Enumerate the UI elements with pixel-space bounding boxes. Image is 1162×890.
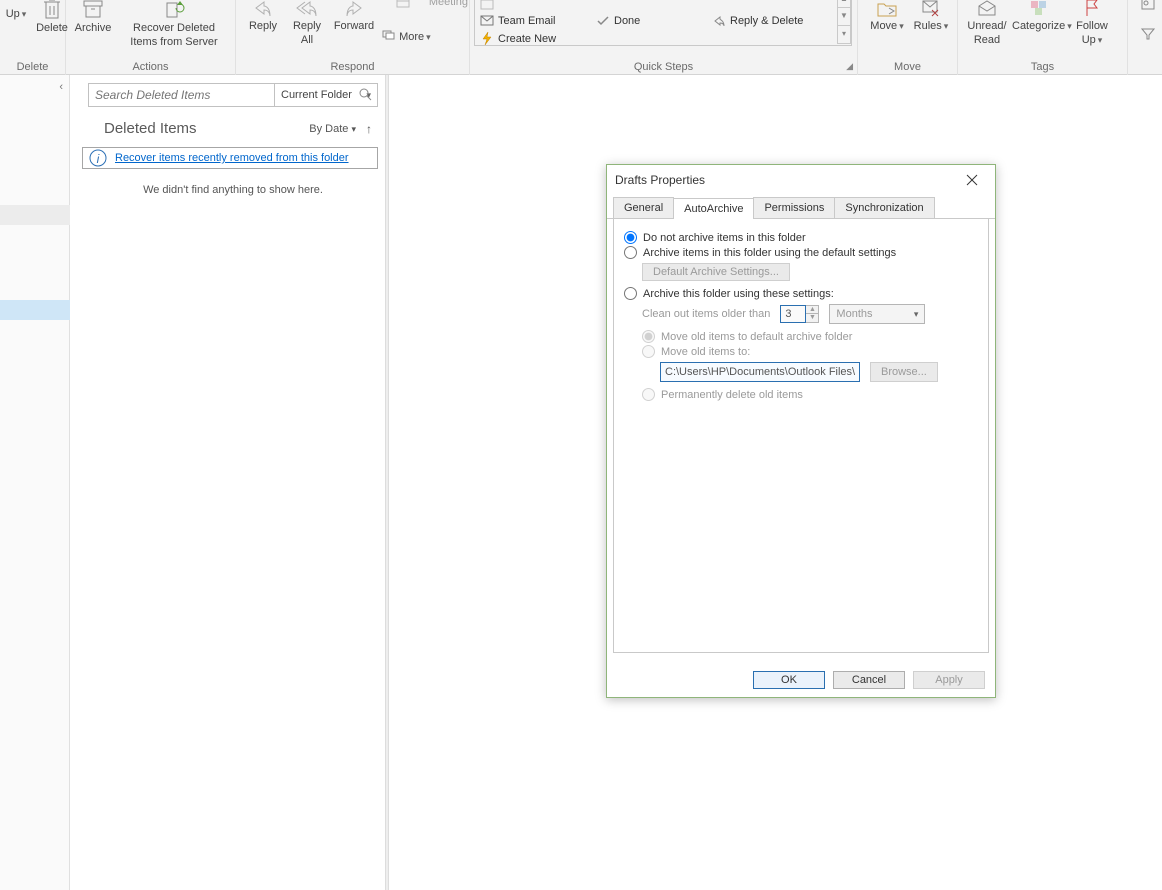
flag-icon [1082, 0, 1102, 18]
tab-synchronization[interactable]: Synchronization [834, 197, 934, 218]
archive-icon [82, 0, 104, 20]
delete-icon [42, 0, 62, 20]
tab-general[interactable]: General [613, 197, 674, 218]
delete-button[interactable]: Delete [34, 0, 70, 34]
group-label-delete: Delete [0, 61, 65, 73]
forward-icon [343, 0, 365, 18]
group-label-respond: Respond [236, 61, 469, 73]
recover-icon [162, 0, 186, 20]
dialog-close-button[interactable] [957, 168, 987, 192]
list-reading-splitter[interactable] [385, 75, 389, 890]
followup-button[interactable]: Follow Up [1070, 0, 1114, 46]
folder-item[interactable] [0, 205, 70, 225]
quickstep-team-email[interactable]: Team Email [480, 12, 555, 29]
rules-button[interactable]: Rules [910, 0, 952, 32]
quicksteps-expand[interactable]: ▾ [837, 26, 851, 44]
quicksteps-scroll-up[interactable]: ▲ [837, 0, 851, 8]
archive-path-input [660, 362, 860, 382]
empty-folder-message: We didn't find anything to show here. [88, 184, 378, 196]
reply-all-button[interactable]: Reply All [286, 0, 328, 46]
clean-out-label: Clean out items older than [642, 308, 770, 320]
radio-default-settings[interactable]: Archive items in this folder using the d… [624, 246, 978, 259]
radio-custom-settings[interactable]: Archive this folder using these settings… [624, 287, 978, 300]
recover-items-link[interactable]: Recover items recently removed from this… [115, 152, 349, 164]
ribbon-filter-right[interactable] [1136, 28, 1160, 40]
more-icon [382, 30, 396, 40]
categorize-icon [1029, 0, 1051, 18]
sort-direction-toggle[interactable]: ↑ [366, 122, 372, 136]
info-icon: i [89, 149, 107, 167]
group-label-actions: Actions [66, 61, 235, 73]
apply-button: Apply [913, 671, 985, 689]
sort-by-dropdown[interactable]: By Date ▾ [309, 123, 356, 135]
meeting-button[interactable]: Meeting [382, 0, 468, 8]
categorize-button[interactable]: Categorize [1012, 0, 1068, 32]
search-icon[interactable] [358, 87, 372, 104]
archive-button[interactable]: Archive [72, 0, 114, 34]
quickstep-create-new[interactable]: Create New [480, 30, 556, 47]
default-archive-settings-button: Default Archive Settings... [642, 263, 790, 281]
close-icon [966, 174, 978, 186]
age-input [780, 305, 806, 323]
forward-button[interactable]: Forward [330, 0, 378, 32]
quicksteps-scroll-down[interactable]: ▼ [837, 8, 851, 26]
spinner-down: ▼ [806, 314, 818, 322]
filter-icon [1141, 28, 1155, 40]
group-label-quicksteps: Quick Steps [470, 61, 857, 73]
reply-all-icon [295, 0, 319, 18]
radio-permanently-delete: Permanently delete old items [642, 388, 978, 401]
expand-folder-pane[interactable]: ‹ [59, 81, 63, 93]
ok-button[interactable]: OK [753, 671, 825, 689]
reply-button[interactable]: Reply [242, 0, 284, 32]
group-label-move: Move [858, 61, 957, 73]
mail-open-icon [976, 0, 998, 18]
drafts-properties-dialog: Drafts Properties General AutoArchive Pe… [606, 164, 996, 698]
meeting-icon [396, 0, 410, 8]
quickstep-done[interactable]: Done [596, 12, 640, 29]
recover-deleted-button[interactable]: Recover Deleted Items from Server [116, 0, 232, 48]
rules-icon [920, 0, 942, 18]
age-unit-combo: Months [829, 304, 925, 324]
tab-permissions[interactable]: Permissions [753, 197, 835, 218]
check-icon [596, 15, 610, 26]
radio-move-default: Move old items to default archive folder [642, 330, 978, 343]
folder-title: Deleted Items [88, 120, 197, 137]
browse-button: Browse... [870, 362, 938, 382]
folder-pane-collapsed: ‹ [0, 75, 70, 890]
age-spinner: ▲▼ [780, 305, 819, 323]
dialog-tabs: General AutoArchive Permissions Synchron… [607, 197, 995, 219]
lightning-icon [480, 32, 494, 45]
svg-text:i: i [97, 152, 100, 166]
ribbon-more-right[interactable] [1136, 0, 1160, 10]
mail-icon [480, 0, 494, 10]
tab-autoarchive[interactable]: AutoArchive [673, 198, 754, 219]
radio-move-to: Move old items to: [642, 345, 978, 358]
radio-do-not-archive[interactable]: Do not archive items in this folder [624, 231, 978, 244]
quickstep-reply-delete[interactable]: Reply & Delete [712, 12, 803, 29]
recover-info-bar: i Recover items recently removed from th… [82, 147, 378, 169]
cancel-button[interactable]: Cancel [833, 671, 905, 689]
folder-item-selected[interactable] [0, 300, 70, 320]
mail-icon [480, 15, 494, 26]
move-button[interactable]: Move [866, 0, 908, 32]
reply-icon [252, 0, 274, 18]
ribbon: Up Delete Delete Archive Recover Deleted… [0, 0, 1162, 75]
more-respond-button[interactable]: More [382, 30, 468, 43]
move-icon [876, 0, 898, 18]
reply-icon [712, 15, 726, 26]
group-label-tags: Tags [958, 61, 1127, 73]
search-input[interactable] [88, 83, 274, 107]
unread-read-button[interactable]: Unread/ Read [964, 0, 1010, 46]
dialog-title: Drafts Properties [615, 173, 705, 187]
spinner-up: ▲ [806, 306, 818, 314]
contact-icon [1141, 0, 1155, 10]
